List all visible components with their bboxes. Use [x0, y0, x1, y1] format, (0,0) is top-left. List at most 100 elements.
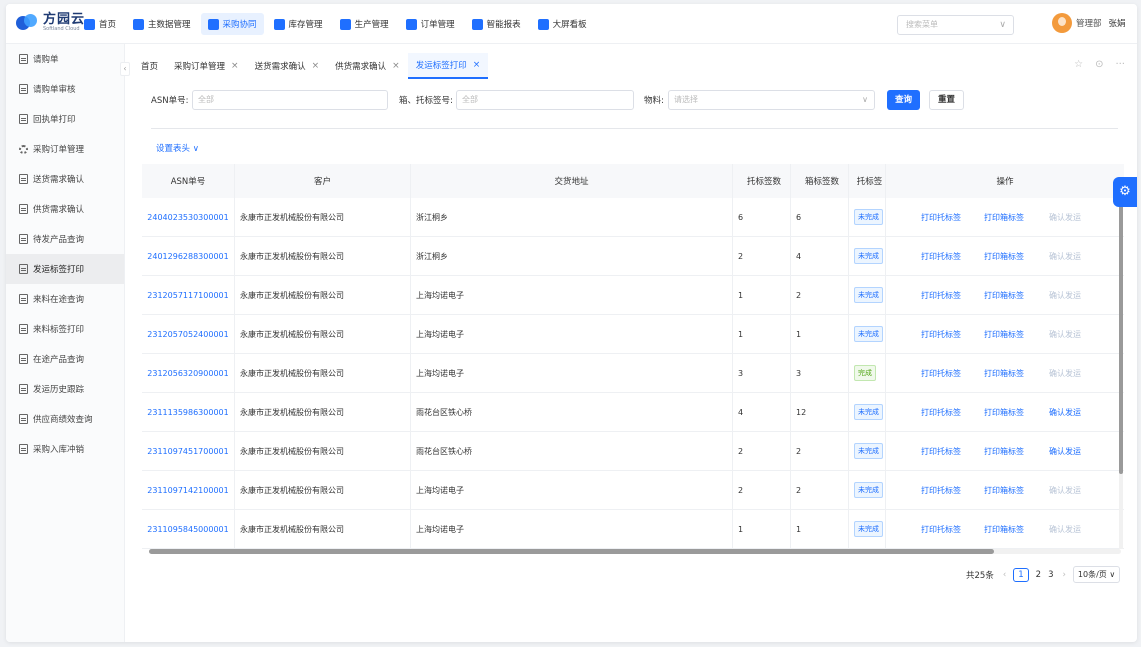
asn-cell-text[interactable]: 2401296288300001	[147, 252, 228, 261]
print-tray-label-button[interactable]: 打印托标签	[921, 407, 961, 418]
sidebar-item-9[interactable]: 来料标签打印	[6, 314, 124, 344]
asn-cell: 2311095845000001	[142, 510, 235, 548]
help-icon[interactable]: ⊙	[1095, 59, 1103, 70]
print-tray-label-button[interactable]: 打印托标签	[921, 329, 961, 340]
star-icon[interactable]: ☆	[1074, 59, 1083, 70]
print-tray-label-button[interactable]: 打印托标签	[921, 368, 961, 379]
settings-gear-icon[interactable]: ⚙	[1113, 177, 1137, 207]
col-asn[interactable]: ASN单号	[142, 164, 235, 198]
col-customer[interactable]: 客户	[235, 164, 411, 198]
asn-cell-text[interactable]: 2312057052400001	[147, 330, 228, 339]
close-icon[interactable]: ×	[473, 60, 481, 70]
col-tray-status[interactable]: 托标签	[849, 164, 886, 198]
search-button[interactable]: 查询	[887, 90, 921, 110]
tray-count-cell-text: 2	[738, 251, 744, 261]
tab-1[interactable]: 采购订单管理 ×	[166, 53, 247, 79]
nav-item-1[interactable]: 主数据管理	[126, 13, 198, 35]
tab-0[interactable]: 首页	[133, 53, 166, 79]
brand-logo[interactable]: 方园云 Softland Cloud	[16, 13, 85, 32]
next-page-icon[interactable]: ›	[1063, 570, 1066, 580]
nav-item-2[interactable]: 采购协同	[200, 13, 264, 35]
print-box-label-button[interactable]: 打印箱标签	[984, 446, 1024, 457]
sidebar-item-0[interactable]: 请购单	[6, 44, 124, 74]
address-cell: 雨花台区铁心桥	[411, 393, 733, 431]
column-settings-link[interactable]: 设置表头 ∨	[156, 142, 199, 154]
print-tray-label-button[interactable]: 打印托标签	[921, 446, 961, 457]
vertical-scrollbar[interactable]	[1119, 199, 1123, 549]
confirm-shipment-button[interactable]: 确认发运	[1049, 407, 1081, 418]
page-1[interactable]: 1	[1013, 567, 1029, 582]
page-2[interactable]: 2	[1036, 570, 1041, 580]
sidebar-item-13[interactable]: 采购入库冲销	[6, 434, 124, 464]
print-box-label-button[interactable]: 打印箱标签	[984, 290, 1024, 301]
material-select[interactable]: 请选择 ∨	[668, 90, 875, 110]
nav-item-5[interactable]: 订单管理	[399, 13, 462, 35]
print-box-label-button[interactable]: 打印箱标签	[984, 485, 1024, 496]
print-tray-label-button[interactable]: 打印托标签	[921, 485, 961, 496]
tab-4[interactable]: 发运标签打印 ×	[407, 53, 489, 79]
sidebar-item-11[interactable]: 发运历史跟踪	[6, 374, 124, 404]
prev-page-icon[interactable]: ‹	[1003, 570, 1006, 580]
nav-item-4[interactable]: 生产管理	[333, 13, 396, 35]
nav-item-0[interactable]: 首页	[77, 13, 123, 35]
horizontal-scroll-thumb[interactable]	[149, 549, 994, 554]
customer-cell: 永康市正发机械股份有限公司	[235, 276, 411, 314]
customer-cell: 永康市正发机械股份有限公司	[235, 471, 411, 509]
sidebar-item-4[interactable]: 送货需求确认	[6, 164, 124, 194]
asn-cell-text[interactable]: 2311135986300001	[147, 408, 228, 417]
tray-count-cell-text: 1	[738, 329, 744, 339]
print-box-label-button[interactable]: 打印箱标签	[984, 212, 1024, 223]
customer-cell-text: 永康市正发机械股份有限公司	[240, 290, 344, 300]
print-tray-label-button[interactable]: 打印托标签	[921, 290, 961, 301]
confirm-shipment-button[interactable]: 确认发运	[1049, 446, 1081, 457]
user-menu[interactable]: 管理部 张娟	[1052, 13, 1126, 33]
print-tray-label-button[interactable]: 打印托标签	[921, 212, 961, 223]
sidebar-item-12[interactable]: 供应商绩效查询	[6, 404, 124, 434]
sidebar-item-8[interactable]: 来料在途查询	[6, 284, 124, 314]
print-box-label-button[interactable]: 打印箱标签	[984, 524, 1024, 535]
print-box-label-button[interactable]: 打印箱标签	[984, 251, 1024, 262]
nav-item-6[interactable]: 智能报表	[465, 13, 528, 35]
tab-2[interactable]: 送货需求确认 ×	[247, 53, 328, 79]
nav-item-3[interactable]: 库存管理	[267, 13, 330, 35]
tag-input[interactable]: 全部	[456, 90, 634, 110]
page-3[interactable]: 3	[1048, 570, 1053, 580]
col-tray-count[interactable]: 托标签数	[733, 164, 791, 198]
close-icon[interactable]: ×	[312, 61, 320, 71]
box-count-cell: 1	[791, 510, 849, 548]
sidebar-item-1[interactable]: 请购单审核	[6, 74, 124, 104]
print-box-label-button[interactable]: 打印箱标签	[984, 329, 1024, 340]
print-box-label-button[interactable]: 打印箱标签	[984, 368, 1024, 379]
asn-cell-text[interactable]: 2311097451700001	[147, 447, 228, 456]
sidebar-item-6[interactable]: 待发产品查询	[6, 224, 124, 254]
sidebar-item-5[interactable]: 供货需求确认	[6, 194, 124, 224]
page-size-select[interactable]: 10条/页 ∨	[1072, 566, 1121, 583]
asn-cell-text[interactable]: 2311095845000001	[147, 525, 228, 534]
asn-cell-text[interactable]: 2311097142100001	[147, 486, 228, 495]
horizontal-scrollbar[interactable]	[149, 549, 1121, 554]
more-icon[interactable]: ···	[1115, 59, 1125, 70]
asn-cell-text[interactable]: 2404023530300001	[147, 213, 228, 222]
vertical-scroll-thumb[interactable]	[1119, 199, 1123, 474]
tab-3[interactable]: 供货需求确认 ×	[327, 53, 408, 79]
report-icon	[471, 18, 483, 30]
col-box-count[interactable]: 箱标签数	[791, 164, 849, 198]
sidebar-collapse-button[interactable]: ‹	[120, 62, 130, 76]
sidebar-item-7[interactable]: 发运标签打印	[6, 254, 124, 284]
sidebar-item-2[interactable]: 回执单打印	[6, 104, 124, 134]
asn-cell-text[interactable]: 2312056320900001	[147, 369, 228, 378]
close-icon[interactable]: ×	[392, 61, 400, 71]
col-address[interactable]: 交货地址	[411, 164, 733, 198]
close-icon[interactable]: ×	[231, 61, 239, 71]
asn-cell-text[interactable]: 2312057117100001	[147, 291, 228, 300]
reset-button[interactable]: 重置	[929, 90, 965, 110]
print-tray-label-button[interactable]: 打印托标签	[921, 251, 961, 262]
sidebar-item-10[interactable]: 在途产品查询	[6, 344, 124, 374]
nav-item-7[interactable]: 大屏看板	[531, 13, 594, 35]
asn-input[interactable]: 全部	[192, 90, 388, 110]
sidebar-item-3[interactable]: 采购订单管理	[6, 134, 124, 164]
print-tray-label-button[interactable]: 打印托标签	[921, 524, 961, 535]
customer-cell: 永康市正发机械股份有限公司	[235, 354, 411, 392]
menu-search-select[interactable]: 搜索菜单 ∨	[897, 15, 1014, 35]
print-box-label-button[interactable]: 打印箱标签	[984, 407, 1024, 418]
